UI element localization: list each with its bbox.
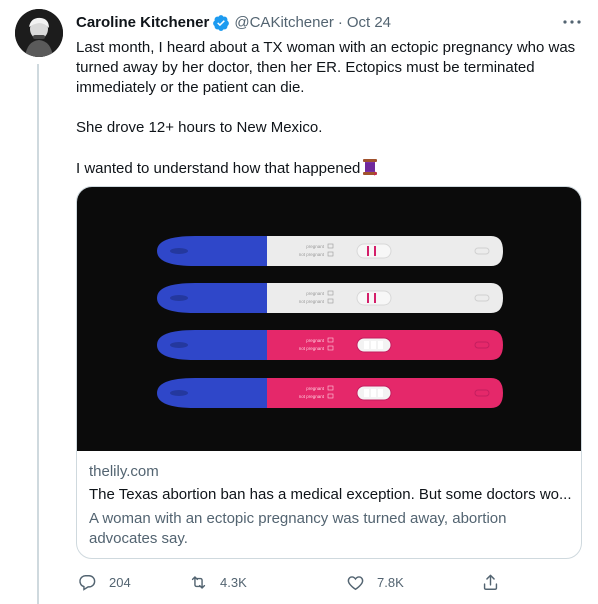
test-label-not-pregnant: not pregnant <box>299 394 325 399</box>
tweet-text-segment: I wanted to understand how that happened <box>76 160 361 177</box>
share-icon <box>483 574 498 590</box>
reply-button[interactable]: 204 <box>78 568 131 596</box>
heart-icon <box>347 575 364 590</box>
tweet-text-line: She drove 12+ hours to New Mexico. <box>76 119 323 136</box>
card-domain: thelily.com <box>89 463 159 480</box>
more-options-icon[interactable] <box>560 12 584 32</box>
share-button[interactable] <box>481 568 500 596</box>
thread-line <box>37 64 39 604</box>
action-bar: 204 4.3K 7.8K <box>76 568 586 596</box>
avatar[interactable] <box>15 9 63 57</box>
test-label-not-pregnant: not pregnant <box>299 299 325 304</box>
avatar-photo <box>15 9 63 57</box>
result-block <box>378 389 383 397</box>
test-label-pregnant: pregnant <box>306 386 325 391</box>
pregnancy-tests-photo: pregnant not pregnant pregnant not pregnant… <box>157 236 503 408</box>
test-cap-grip <box>170 295 188 301</box>
test-cap-grip <box>170 342 188 348</box>
test-label-pregnant: pregnant <box>306 291 325 296</box>
separator-dot: · <box>337 14 343 31</box>
reply-count: 204 <box>109 574 131 590</box>
tweet-text-line: Last month, I heard about a TX woman wit… <box>76 39 576 96</box>
tweet-text-line: I wanted to understand how that happened <box>76 158 584 182</box>
link-card[interactable]: pregnant not pregnant pregnant not pregnant… <box>76 186 582 559</box>
result-line <box>367 246 369 256</box>
retweet-count: 4.3K <box>220 574 247 590</box>
result-line <box>367 293 369 303</box>
result-line <box>374 293 376 303</box>
result-block <box>378 341 383 349</box>
test-label-pregnant: pregnant <box>306 338 325 343</box>
result-line <box>374 246 376 256</box>
tweet-date[interactable]: Oct 24 <box>347 13 391 33</box>
reply-icon <box>79 574 96 591</box>
author-handle[interactable]: @CAKitchener <box>234 13 333 33</box>
card-title: The Texas abortion ban has a medical exc… <box>89 486 571 503</box>
like-button[interactable]: 7.8K <box>346 568 404 596</box>
result-block <box>371 341 376 349</box>
test-cap-grip <box>170 390 188 396</box>
verified-badge-icon <box>212 14 230 32</box>
retweet-icon <box>191 575 206 589</box>
test-label-not-pregnant: not pregnant <box>299 252 325 257</box>
test-label-not-pregnant: not pregnant <box>299 346 325 351</box>
like-count: 7.8K <box>377 574 404 590</box>
test-label-pregnant: pregnant <box>306 244 325 249</box>
author-name[interactable]: Caroline Kitchener <box>76 13 209 33</box>
tweet-text: Last month, I heard about a TX woman wit… <box>76 38 584 182</box>
card-description: A woman with an ectopic pregnancy was tu… <box>89 510 507 547</box>
thread-spool-icon <box>362 158 378 182</box>
test-cap-grip <box>170 248 188 254</box>
result-block <box>364 389 369 397</box>
tweet-header: Caroline Kitchener @CAKitchener · Oct 24 <box>76 12 391 34</box>
result-block <box>364 341 369 349</box>
result-block <box>371 389 376 397</box>
card-image[interactable]: pregnant not pregnant pregnant not pregnant… <box>77 187 581 451</box>
retweet-button[interactable]: 4.3K <box>189 568 247 596</box>
